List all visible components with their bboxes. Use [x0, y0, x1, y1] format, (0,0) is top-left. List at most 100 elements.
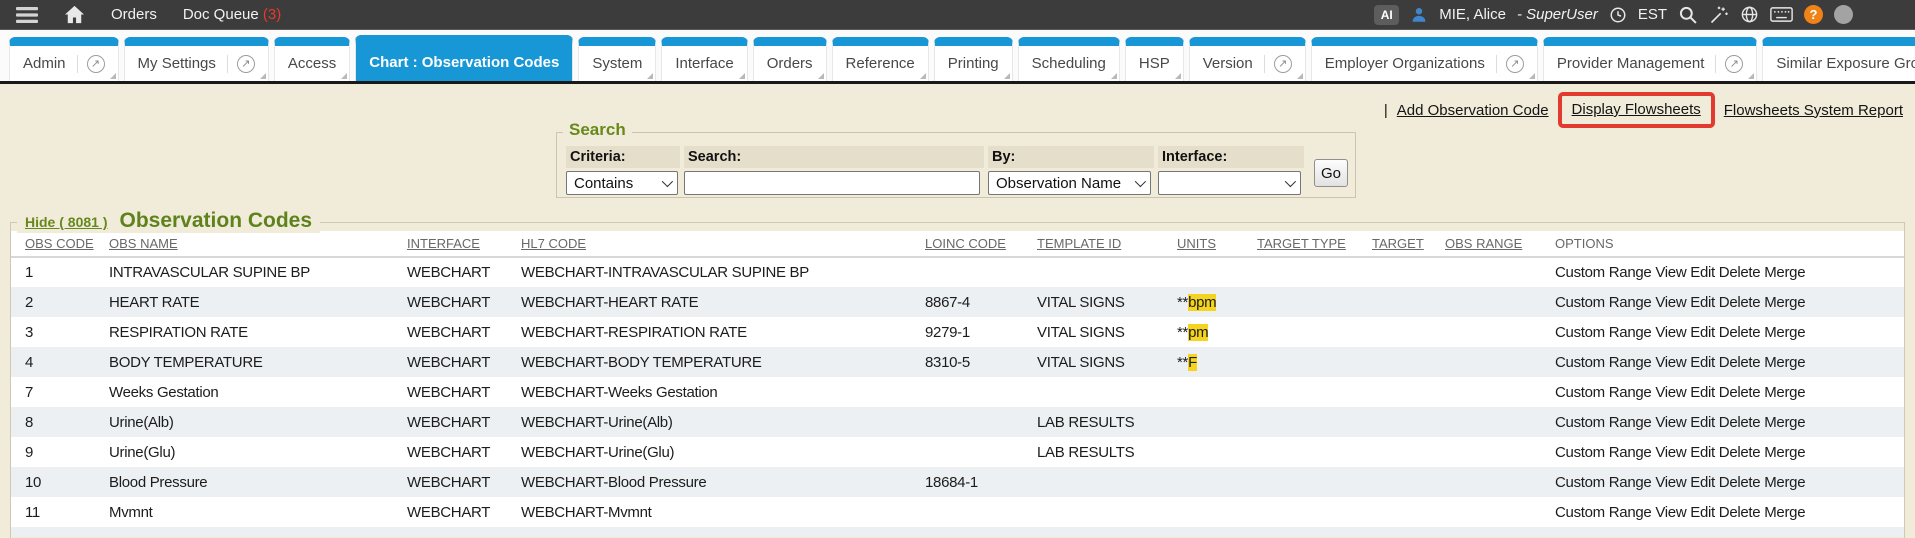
column-header-interface[interactable]: INTERFACE — [407, 231, 521, 257]
row-action-edit[interactable]: Edit — [1690, 294, 1715, 311]
row-action-custom-range[interactable]: Custom Range — [1555, 324, 1651, 341]
column-header-hl7-code[interactable]: HL7 CODE — [521, 231, 925, 257]
row-action-delete[interactable]: Delete — [1719, 474, 1761, 491]
column-header-loinc-code[interactable]: LOINC CODE — [925, 231, 1037, 257]
row-action-delete[interactable]: Delete — [1719, 294, 1761, 311]
row-action-delete[interactable]: Delete — [1719, 264, 1761, 281]
tab-admin[interactable]: Admin↗ — [9, 37, 119, 81]
column-header-target[interactable]: TARGET — [1372, 231, 1445, 257]
criteria-select[interactable]: Contains — [566, 171, 678, 195]
help-icon[interactable]: ? — [1804, 5, 1823, 24]
search-input[interactable] — [684, 171, 980, 195]
row-action-custom-range[interactable]: Custom Range — [1555, 384, 1651, 401]
row-action-edit[interactable]: Edit — [1690, 444, 1715, 461]
interface-select[interactable] — [1158, 171, 1301, 195]
tab-reference[interactable]: Reference — [832, 37, 929, 81]
globe-icon[interactable] — [1740, 5, 1759, 24]
row-action-merge[interactable]: Merge — [1764, 444, 1805, 461]
go-button[interactable]: Go — [1314, 159, 1348, 187]
column-header-template-id[interactable]: TEMPLATE ID — [1037, 231, 1177, 257]
row-action-delete[interactable]: Delete — [1719, 444, 1761, 461]
display-flowsheets-link[interactable]: Display Flowsheets — [1572, 101, 1701, 118]
column-header-obs-range[interactable]: OBS RANGE — [1445, 231, 1555, 257]
row-action-view[interactable]: View — [1655, 444, 1686, 461]
column-header-units[interactable]: UNITS — [1177, 231, 1257, 257]
external-link-icon[interactable]: ↗ — [1715, 55, 1743, 73]
user-name[interactable]: MIE, Alice — [1439, 6, 1506, 23]
tab-similar-exposure-groups-segs[interactable]: Similar Exposure Groups (SEGs)↗ — [1762, 37, 1915, 81]
tab-provider-management[interactable]: Provider Management↗ — [1543, 37, 1758, 81]
row-action-custom-range[interactable]: Custom Range — [1555, 264, 1651, 281]
row-action-custom-range[interactable]: Custom Range — [1555, 444, 1651, 461]
menu-item-doc-queue[interactable]: Doc Queue (3) — [183, 6, 281, 23]
by-select[interactable]: Observation Name — [988, 171, 1151, 195]
row-action-view[interactable]: View — [1655, 324, 1686, 341]
row-action-edit[interactable]: Edit — [1690, 414, 1715, 431]
row-action-edit[interactable]: Edit — [1690, 474, 1715, 491]
row-action-delete[interactable]: Delete — [1719, 384, 1761, 401]
row-action-custom-range[interactable]: Custom Range — [1555, 294, 1651, 311]
external-link-icon[interactable]: ↗ — [1264, 55, 1292, 73]
row-action-merge[interactable]: Merge — [1764, 384, 1805, 401]
row-action-delete[interactable]: Delete — [1719, 414, 1761, 431]
flowsheets-system-report-link[interactable]: Flowsheets System Report — [1724, 102, 1903, 119]
row-action-merge[interactable]: Merge — [1764, 294, 1805, 311]
row-action-custom-range[interactable]: Custom Range — [1555, 354, 1651, 371]
tab-employer-organizations[interactable]: Employer Organizations↗ — [1311, 37, 1538, 81]
row-action-merge[interactable]: Merge — [1764, 474, 1805, 491]
external-link-icon[interactable]: ↗ — [1496, 55, 1524, 73]
menu-item-orders[interactable]: Orders — [111, 6, 157, 23]
row-action-merge[interactable]: Merge — [1764, 264, 1805, 281]
row-action-merge[interactable]: Merge — [1764, 324, 1805, 341]
add-observation-code-link[interactable]: Add Observation Code — [1397, 102, 1549, 119]
row-action-delete[interactable]: Delete — [1719, 324, 1761, 341]
cell — [1257, 497, 1372, 527]
tab-my-settings[interactable]: My Settings↗ — [124, 37, 269, 81]
row-action-edit[interactable]: Edit — [1690, 324, 1715, 341]
table-row: 7Weeks GestationWEBCHARTWEBCHART-Weeks G… — [11, 377, 1904, 407]
row-action-edit[interactable]: Edit — [1690, 384, 1715, 401]
tab-hsp[interactable]: HSP — [1125, 37, 1184, 81]
external-link-icon[interactable]: ↗ — [77, 55, 105, 73]
row-action-custom-range[interactable]: Custom Range — [1555, 414, 1651, 431]
search-icon[interactable] — [1678, 5, 1698, 25]
external-link-icon[interactable]: ↗ — [227, 55, 255, 73]
tab-version[interactable]: Version↗ — [1189, 37, 1306, 81]
tab-orders[interactable]: Orders — [753, 37, 827, 81]
row-action-view[interactable]: View — [1655, 264, 1686, 281]
tab-chart-observation-codes[interactable]: Chart : Observation Codes — [355, 35, 573, 81]
row-action-view[interactable]: View — [1655, 384, 1686, 401]
row-action-view[interactable]: View — [1655, 504, 1686, 521]
home-icon[interactable] — [64, 5, 85, 24]
row-action-view[interactable]: View — [1655, 474, 1686, 491]
tab-printing[interactable]: Printing — [934, 37, 1013, 81]
hamburger-menu-icon[interactable] — [16, 6, 38, 24]
row-action-view[interactable]: View — [1655, 294, 1686, 311]
tab-interface[interactable]: Interface — [661, 37, 747, 81]
tab-system[interactable]: System — [578, 37, 656, 81]
row-action-delete[interactable]: Delete — [1719, 354, 1761, 371]
row-action-edit[interactable]: Edit — [1690, 264, 1715, 281]
row-action-view[interactable]: View — [1655, 354, 1686, 371]
tab-access[interactable]: Access — [274, 37, 350, 81]
keyboard-icon[interactable] — [1770, 6, 1793, 23]
search-legend: Search — [563, 120, 632, 140]
clock-icon[interactable] — [1609, 6, 1627, 24]
row-action-custom-range[interactable]: Custom Range — [1555, 504, 1651, 521]
column-header-target-type[interactable]: TARGET TYPE — [1257, 231, 1372, 257]
cell-units: **bpm — [1177, 287, 1257, 317]
row-action-edit[interactable]: Edit — [1690, 504, 1715, 521]
row-action-delete[interactable]: Delete — [1719, 504, 1761, 521]
row-action-merge[interactable]: Merge — [1764, 504, 1805, 521]
column-header-obs-name[interactable]: OBS NAME — [109, 231, 407, 257]
magic-wand-icon[interactable] — [1709, 5, 1729, 25]
tab-scheduling[interactable]: Scheduling — [1018, 37, 1120, 81]
row-action-merge[interactable]: Merge — [1764, 414, 1805, 431]
row-action-view[interactable]: View — [1655, 414, 1686, 431]
ai-badge[interactable]: AI — [1374, 5, 1399, 25]
row-action-edit[interactable]: Edit — [1690, 354, 1715, 371]
hide-count-link[interactable]: Hide ( 8081 ) — [25, 214, 107, 230]
row-action-merge[interactable]: Merge — [1764, 354, 1805, 371]
row-action-custom-range[interactable]: Custom Range — [1555, 474, 1651, 491]
column-header-obs-code[interactable]: OBS CODE — [11, 231, 109, 257]
